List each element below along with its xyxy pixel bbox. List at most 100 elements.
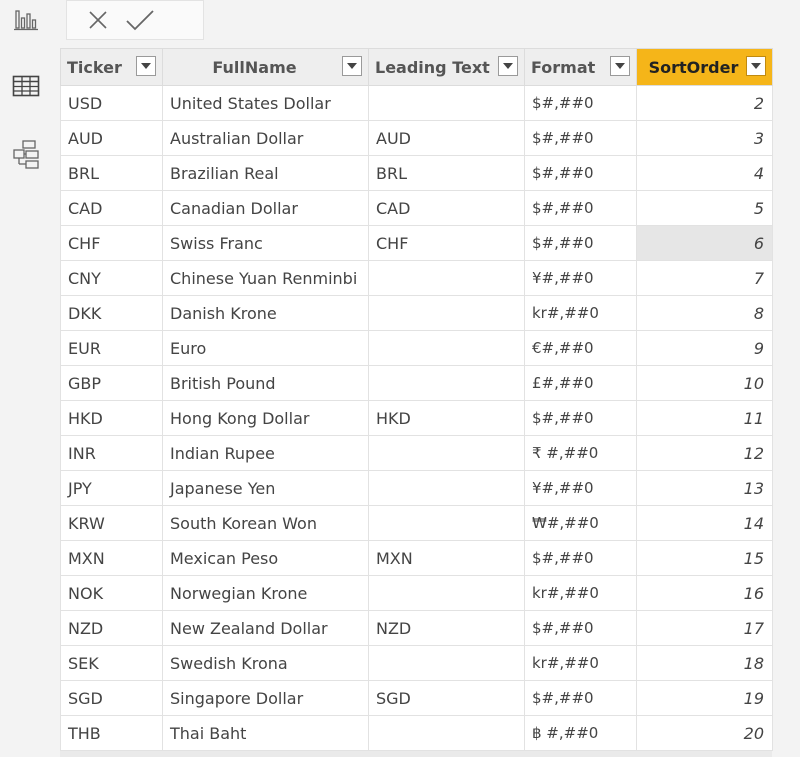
cell-sort-order[interactable]: 12 — [636, 435, 773, 471]
cell-leading-text[interactable]: AUD — [368, 120, 525, 156]
cell-full-name[interactable]: Swiss Franc — [162, 225, 369, 261]
model-view-icon[interactable] — [12, 140, 40, 169]
cell-ticker[interactable]: INR — [60, 435, 163, 471]
cell-sort-order[interactable]: 20 — [636, 715, 773, 751]
column-header-format[interactable]: Format — [524, 48, 637, 86]
cell-ticker[interactable]: CHF — [60, 225, 163, 261]
cell-full-name[interactable]: United States Dollar — [162, 85, 369, 121]
cell-ticker[interactable]: NOK — [60, 575, 163, 611]
cell-full-name[interactable]: British Pound — [162, 365, 369, 401]
cell-full-name[interactable]: Thai Baht — [162, 715, 369, 751]
filter-dropdown-icon[interactable] — [498, 56, 518, 76]
cell-full-name[interactable]: Australian Dollar — [162, 120, 369, 156]
cell-format[interactable]: $#,##0 — [524, 85, 637, 121]
cell-format[interactable]: £#,##0 — [524, 365, 637, 401]
cell-format[interactable]: ₩#,##0 — [524, 505, 637, 541]
cell-format[interactable]: $#,##0 — [524, 155, 637, 191]
cell-format[interactable]: $#,##0 — [524, 540, 637, 576]
cell-ticker[interactable]: THB — [60, 715, 163, 751]
cell-format[interactable]: ¥#,##0 — [524, 260, 637, 296]
cell-leading-text[interactable] — [368, 365, 525, 401]
cell-leading-text[interactable]: SGD — [368, 680, 525, 716]
cell-format[interactable]: kr#,##0 — [524, 295, 637, 331]
filter-dropdown-icon[interactable] — [746, 56, 766, 76]
cell-full-name[interactable]: Euro — [162, 330, 369, 366]
cell-format[interactable]: €#,##0 — [524, 330, 637, 366]
cell-leading-text[interactable]: HKD — [368, 400, 525, 436]
cell-format[interactable]: $#,##0 — [524, 680, 637, 716]
cell-leading-text[interactable] — [368, 470, 525, 506]
cell-full-name[interactable]: Chinese Yuan Renminbi — [162, 260, 369, 296]
filter-dropdown-icon[interactable] — [136, 56, 156, 76]
cell-ticker[interactable]: BRL — [60, 155, 163, 191]
report-view-icon[interactable] — [12, 6, 40, 34]
cell-ticker[interactable]: SEK — [60, 645, 163, 681]
cell-format[interactable]: $#,##0 — [524, 190, 637, 226]
cell-full-name[interactable]: Indian Rupee — [162, 435, 369, 471]
filter-dropdown-icon[interactable] — [342, 56, 362, 76]
cell-full-name[interactable]: Singapore Dollar — [162, 680, 369, 716]
cell-leading-text[interactable]: CAD — [368, 190, 525, 226]
cell-ticker[interactable]: KRW — [60, 505, 163, 541]
cell-sort-order[interactable]: 3 — [636, 120, 773, 156]
cell-sort-order[interactable]: 14 — [636, 505, 773, 541]
cell-leading-text[interactable] — [368, 435, 525, 471]
cell-sort-order[interactable]: 17 — [636, 610, 773, 646]
cell-ticker[interactable]: MXN — [60, 540, 163, 576]
column-header-ticker[interactable]: Ticker — [60, 48, 163, 86]
cell-sort-order[interactable]: 7 — [636, 260, 773, 296]
cell-full-name[interactable]: New Zealand Dollar — [162, 610, 369, 646]
cell-ticker[interactable]: SGD — [60, 680, 163, 716]
column-header-leading-text[interactable]: Leading Text — [368, 48, 525, 86]
cell-leading-text[interactable]: NZD — [368, 610, 525, 646]
cell-ticker[interactable]: DKK — [60, 295, 163, 331]
cell-full-name[interactable]: Canadian Dollar — [162, 190, 369, 226]
cell-ticker[interactable]: HKD — [60, 400, 163, 436]
cell-full-name[interactable]: South Korean Won — [162, 505, 369, 541]
cell-leading-text[interactable] — [368, 575, 525, 611]
cell-sort-order[interactable]: 13 — [636, 470, 773, 506]
cell-sort-order[interactable]: 18 — [636, 645, 773, 681]
cell-leading-text[interactable]: CHF — [368, 225, 525, 261]
cell-sort-order[interactable]: 5 — [636, 190, 773, 226]
cell-ticker[interactable]: USD — [60, 85, 163, 121]
cell-format[interactable]: $#,##0 — [524, 610, 637, 646]
cell-ticker[interactable]: EUR — [60, 330, 163, 366]
cell-leading-text[interactable] — [368, 295, 525, 331]
cell-sort-order[interactable]: 4 — [636, 155, 773, 191]
cell-full-name[interactable]: Japanese Yen — [162, 470, 369, 506]
column-header-fullname[interactable]: FullName — [162, 48, 369, 86]
close-icon[interactable] — [81, 3, 115, 37]
cell-ticker[interactable]: NZD — [60, 610, 163, 646]
cell-full-name[interactable]: Brazilian Real — [162, 155, 369, 191]
cell-format[interactable]: $#,##0 — [524, 400, 637, 436]
cell-sort-order[interactable]: 9 — [636, 330, 773, 366]
cell-full-name[interactable]: Norwegian Krone — [162, 575, 369, 611]
cell-sort-order[interactable]: 11 — [636, 400, 773, 436]
cell-ticker[interactable]: GBP — [60, 365, 163, 401]
cell-sort-order[interactable]: 10 — [636, 365, 773, 401]
cell-ticker[interactable]: AUD — [60, 120, 163, 156]
cell-leading-text[interactable] — [368, 85, 525, 121]
cell-leading-text[interactable] — [368, 260, 525, 296]
data-view-icon[interactable] — [12, 72, 40, 100]
cell-sort-order[interactable]: 8 — [636, 295, 773, 331]
cell-full-name[interactable]: Mexican Peso — [162, 540, 369, 576]
cell-sort-order[interactable]: 2 — [636, 85, 773, 121]
cell-format[interactable]: kr#,##0 — [524, 575, 637, 611]
cell-full-name[interactable]: Danish Krone — [162, 295, 369, 331]
cell-sort-order[interactable]: 15 — [636, 540, 773, 576]
cell-format[interactable]: $#,##0 — [524, 225, 637, 261]
check-icon[interactable] — [123, 3, 157, 37]
cell-leading-text[interactable]: BRL — [368, 155, 525, 191]
cell-leading-text[interactable] — [368, 715, 525, 751]
cell-leading-text[interactable] — [368, 645, 525, 681]
cell-full-name[interactable]: Hong Kong Dollar — [162, 400, 369, 436]
cell-format[interactable]: ฿ #,##0 — [524, 715, 637, 751]
cell-sort-order[interactable]: 19 — [636, 680, 773, 716]
cell-ticker[interactable]: CAD — [60, 190, 163, 226]
cell-format[interactable]: $#,##0 — [524, 120, 637, 156]
cell-sort-order[interactable]: 16 — [636, 575, 773, 611]
cell-format[interactable]: kr#,##0 — [524, 645, 637, 681]
cell-sort-order[interactable]: 6 — [636, 225, 773, 261]
